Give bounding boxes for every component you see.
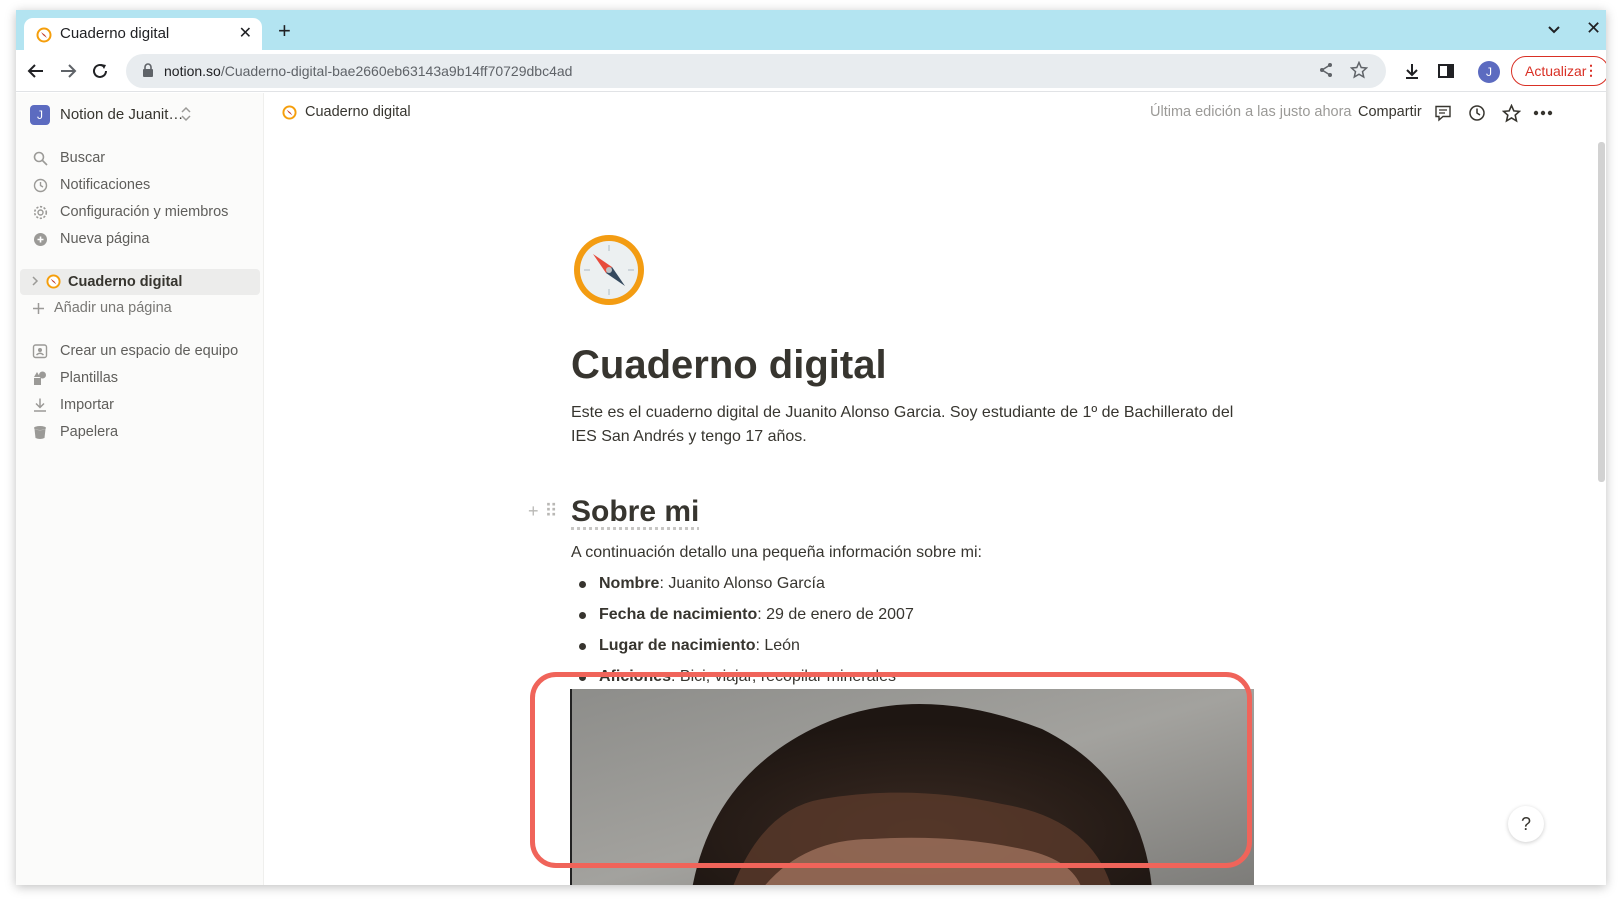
breadcrumb[interactable]: Cuaderno digital <box>282 104 411 120</box>
side-panel-icon[interactable] <box>1434 59 1458 83</box>
sidebar-item-trash[interactable]: Papelera <box>30 419 250 445</box>
sidebar-page-label: Cuaderno digital <box>68 274 183 290</box>
new-tab-button[interactable]: + <box>278 19 291 43</box>
sidebar-item-search[interactable]: Buscar <box>30 145 250 171</box>
tab-title: Cuaderno digital <box>60 25 170 42</box>
bullet-dot <box>579 611 586 619</box>
page-title[interactable]: Cuaderno digital <box>571 343 887 388</box>
reload-icon[interactable] <box>88 59 112 83</box>
back-arrow-icon[interactable] <box>24 59 48 83</box>
workspace-avatar: J <box>30 105 50 125</box>
gear-icon <box>30 205 50 220</box>
sidebar-item-import[interactable]: Importar <box>30 392 250 418</box>
workspace-switcher[interactable]: J Notion de Juanit… <box>30 103 250 127</box>
highlight-annotation <box>530 672 1252 868</box>
list-item-value: : León <box>755 637 800 654</box>
forward-arrow-icon[interactable] <box>56 59 80 83</box>
tab-strip: Cuaderno digital ✕ + ✕ <box>16 10 1606 58</box>
search-icon <box>30 151 50 166</box>
last-edit-status: Última edición a las justo ahora <box>1150 104 1352 120</box>
history-clock-icon[interactable] <box>1466 102 1488 124</box>
sidebar-item-teamspace[interactable]: Crear un espacio de equipo <box>30 338 250 364</box>
import-icon <box>30 397 50 413</box>
list-item-key: Lugar de nacimiento <box>599 637 756 654</box>
drag-handle-icon[interactable]: ⠿ <box>545 501 558 522</box>
clock-icon <box>30 178 50 193</box>
list-item-value: : 29 de enero de 2007 <box>757 606 914 623</box>
sidebar-item-label: Plantillas <box>60 370 119 386</box>
comment-icon[interactable] <box>1432 102 1454 124</box>
expand-chevron-icon[interactable] <box>30 274 40 292</box>
help-button[interactable]: ? <box>1508 806 1544 842</box>
window-close-icon[interactable]: ✕ <box>1586 18 1601 39</box>
address-bar[interactable]: notion.so/Cuaderno-digital-bae2660eb6314… <box>126 54 1386 88</box>
tab-search-chevron-icon[interactable] <box>1547 22 1561 41</box>
browser-toolbar: notion.so/Cuaderno-digital-bae2660eb6314… <box>16 50 1606 92</box>
breadcrumb-label: Cuaderno digital <box>305 104 411 120</box>
list-item-key: Nombre <box>599 575 660 592</box>
sidebar-item-templates[interactable]: Plantillas <box>30 365 250 391</box>
sidebar-item-label: Nueva página <box>60 231 150 247</box>
list-item-key: Fecha de nacimiento <box>599 606 758 623</box>
trash-icon <box>30 424 50 440</box>
favorite-star-icon[interactable] <box>1500 102 1522 124</box>
share-button[interactable]: Compartir <box>1358 104 1422 120</box>
update-button[interactable]: Actualizar ⋮ <box>1511 56 1606 86</box>
compass-page-icon <box>46 274 61 293</box>
compass-page-icon[interactable] <box>570 231 648 314</box>
plus-circle-icon <box>30 232 50 247</box>
sidebar-item-label: Crear un espacio de equipo <box>60 343 239 359</box>
list-item-value: : Juanito Alonso García <box>659 575 825 592</box>
sidebar-item-label: Añadir una página <box>54 300 172 316</box>
updown-chevron-icon <box>180 106 192 127</box>
teamspace-icon <box>30 343 50 359</box>
sidebar-item-label: Notificaciones <box>60 177 151 193</box>
tab-close-icon[interactable]: ✕ <box>239 23 252 43</box>
sidebar-item-current-page[interactable]: Cuaderno digital <box>20 269 260 295</box>
templates-icon <box>30 370 50 386</box>
url-text: notion.so/Cuaderno-digital-bae2660eb6314… <box>164 63 573 79</box>
add-block-plus-icon[interactable]: + <box>528 501 539 522</box>
sidebar-item-label: Configuración y miembros <box>60 204 229 220</box>
section-heading[interactable]: Sobre mi <box>571 495 699 529</box>
lock-icon <box>142 63 154 82</box>
compass-page-icon <box>282 104 297 120</box>
sidebar-item-label: Buscar <box>60 150 106 166</box>
section-description[interactable]: A continuación detallo una pequeña infor… <box>571 544 982 562</box>
plus-icon <box>28 302 48 315</box>
download-icon[interactable] <box>1400 59 1424 83</box>
sidebar-add-page[interactable]: Añadir una página <box>28 295 248 321</box>
block-controls: + ⠿ <box>528 501 558 522</box>
bullet-dot <box>579 642 586 650</box>
more-options-icon[interactable] <box>1532 102 1554 124</box>
list-item[interactable]: Fecha de nacimiento: 29 de enero de 2007 <box>579 606 914 624</box>
sidebar-item-new-page[interactable]: Nueva página <box>30 226 250 252</box>
list-item[interactable]: Nombre: Juanito Alonso García <box>579 575 825 593</box>
sidebar: J Notion de Juanit… Buscar Notificacione… <box>16 93 264 885</box>
list-item[interactable]: Lugar de nacimiento: León <box>579 637 800 655</box>
profile-avatar[interactable]: J <box>1478 61 1500 83</box>
scrollbar-thumb[interactable] <box>1598 142 1605 482</box>
sidebar-item-label: Papelera <box>60 424 119 440</box>
sidebar-item-notifications[interactable]: Notificaciones <box>30 172 250 198</box>
sidebar-item-settings[interactable]: Configuración y miembros <box>30 199 250 225</box>
share-icon[interactable] <box>1318 62 1334 83</box>
compass-favicon-icon <box>36 27 52 48</box>
section-heading-text: Sobre mi <box>571 495 700 528</box>
bullet-dot <box>579 580 586 588</box>
sidebar-item-label: Importar <box>60 397 114 413</box>
page-topbar: Cuaderno digital Última edición a las ju… <box>264 93 1606 133</box>
intro-paragraph[interactable]: Este es el cuaderno digital de Juanito A… <box>571 401 1261 448</box>
bookmark-star-icon[interactable] <box>1349 60 1369 84</box>
kebab-menu-icon: ⋮ <box>1584 62 1598 78</box>
workspace-name: Notion de Juanit… <box>60 106 184 123</box>
